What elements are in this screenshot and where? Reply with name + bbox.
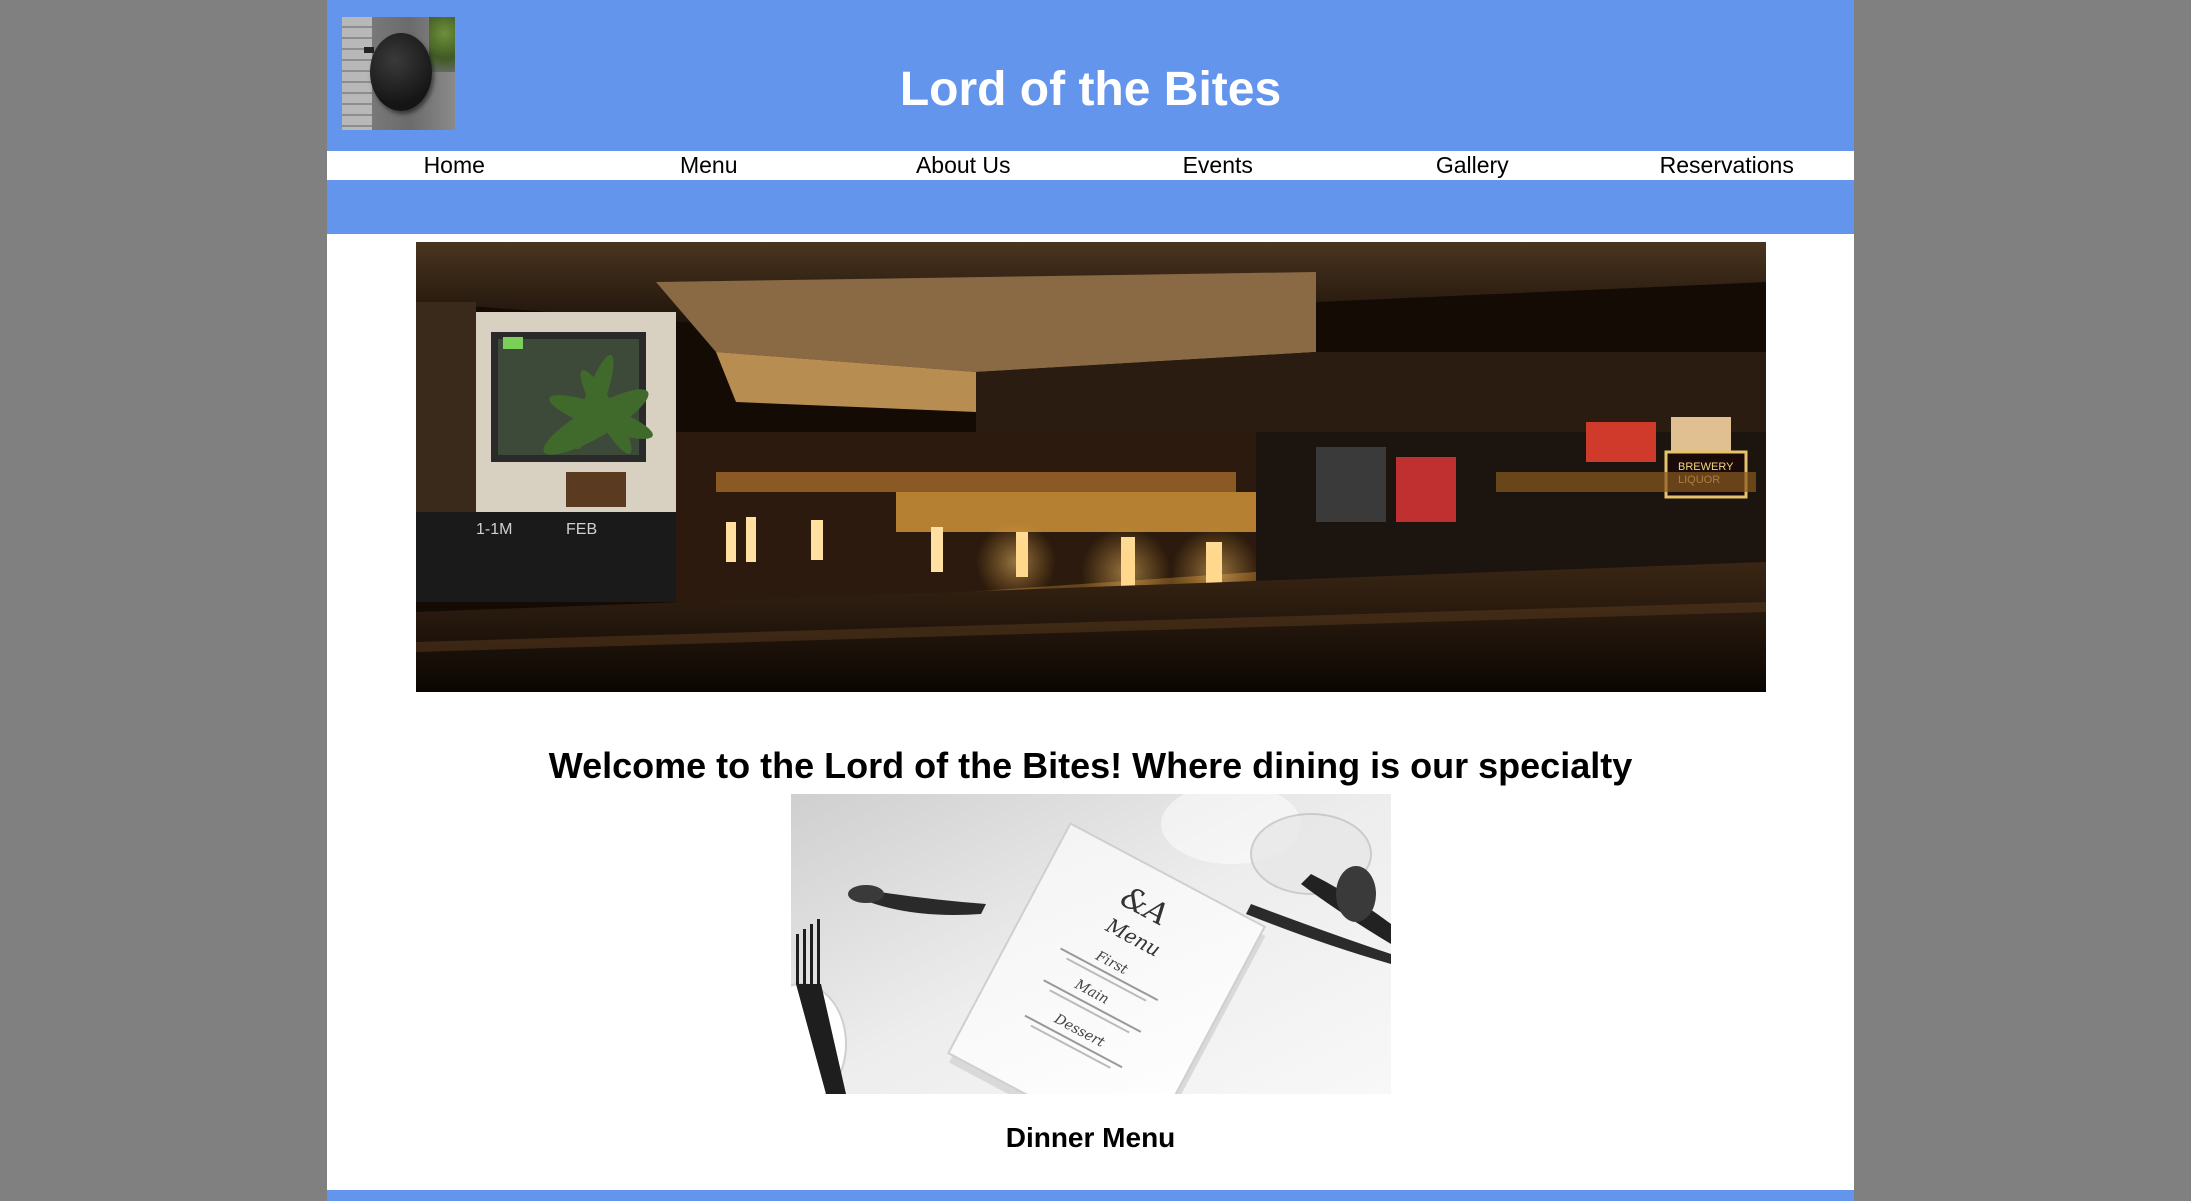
- logo-bracket: [364, 47, 374, 53]
- sub-banner-bar: [327, 180, 1854, 234]
- svg-text:BREWERY: BREWERY: [1678, 461, 1734, 473]
- main-nav: Home Menu About Us Events Gallery Reserv…: [327, 151, 1854, 180]
- restaurant-interior-illustration: 1-1M FEB BREWERY: [416, 242, 1766, 692]
- menu-table-setting-illustration: &A Menu First Main Dessert: [791, 794, 1391, 1094]
- site-title: Lord of the Bites: [899, 63, 1282, 116]
- dinner-menu-image[interactable]: &A Menu First Main Dessert: [791, 794, 1391, 1094]
- welcome-heading: Welcome to the Lord of the Bites! Where …: [548, 745, 1633, 787]
- page-container: Lord of the Bites Home Menu About Us Eve…: [327, 0, 1854, 1201]
- nav-item-gallery[interactable]: Gallery: [1345, 151, 1600, 180]
- nav-item-menu[interactable]: Menu: [582, 151, 837, 180]
- dinner-menu-caption: Dinner Menu: [1005, 1122, 1176, 1153]
- nav-item-reservations[interactable]: Reservations: [1600, 151, 1855, 180]
- hero-image: 1-1M FEB BREWERY: [416, 242, 1766, 692]
- nav-item-events[interactable]: Events: [1091, 151, 1346, 180]
- nav-item-about-us[interactable]: About Us: [836, 151, 1091, 180]
- svg-text:1-1M: 1-1M: [476, 521, 512, 538]
- footer-bar: [327, 1190, 1854, 1201]
- site-header: Lord of the Bites: [327, 0, 1854, 151]
- nav-item-home[interactable]: Home: [327, 151, 582, 180]
- svg-text:FEB: FEB: [566, 521, 597, 538]
